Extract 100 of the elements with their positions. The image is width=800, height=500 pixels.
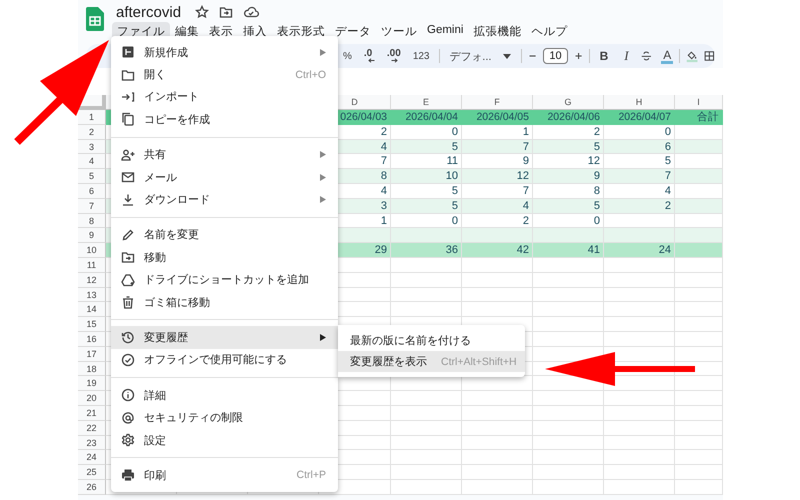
table-cell: 8: [533, 184, 604, 199]
row-number[interactable]: 1: [78, 110, 106, 125]
text-color-button[interactable]: A: [661, 48, 674, 64]
menu-item[interactable]: 変更履歴を表示 Ctrl+Alt+Shift+H: [338, 351, 525, 372]
menu-item[interactable]: 新規作成: [111, 41, 338, 64]
cloud-icon[interactable]: [243, 5, 260, 19]
row-number[interactable]: 2: [78, 124, 106, 140]
row-number[interactable]: 6: [78, 184, 106, 199]
menu-item[interactable]: データ: [330, 22, 376, 41]
table-cell: [391, 406, 462, 421]
row-number[interactable]: 18: [78, 362, 106, 376]
table-cell: [604, 376, 675, 392]
table-cell: [533, 436, 604, 450]
table-cell: [533, 450, 604, 466]
table-cell: 2026/04/07: [604, 110, 675, 125]
row-number[interactable]: 10: [78, 243, 106, 258]
table-cell: [391, 288, 462, 302]
row-number[interactable]: 25: [78, 465, 106, 480]
menu-item[interactable]: 設定: [111, 428, 338, 452]
row-number[interactable]: 4: [78, 154, 106, 170]
table-cell: [604, 302, 675, 318]
menu-item[interactable]: 拡張機能: [468, 22, 526, 41]
table-cell: [675, 169, 723, 184]
row-number[interactable]: 7: [78, 198, 106, 214]
table-cell: [604, 317, 675, 332]
table-cell: 41: [533, 243, 604, 258]
spreadsheet-logo-icon[interactable]: [86, 7, 104, 31]
menu-item[interactable]: 変更履歴: [111, 326, 338, 349]
row-number[interactable]: 23: [78, 436, 106, 450]
italic-button[interactable]: I: [618, 48, 635, 64]
table-cell: [604, 272, 675, 288]
column-header[interactable]: G: [533, 95, 604, 110]
table-cell: [391, 436, 462, 450]
table-cell: 2026/04/04: [391, 110, 462, 125]
font-size-field[interactable]: 10: [543, 48, 568, 64]
column-header[interactable]: F: [462, 95, 533, 110]
table-cell: [675, 184, 723, 199]
menu-item[interactable]: ドライブにショートカットを追加: [111, 268, 338, 291]
document-title[interactable]: aftercovid: [116, 4, 182, 20]
table-cell: [462, 288, 533, 302]
table-cell: [391, 420, 462, 436]
at-sign-icon: [121, 410, 135, 425]
row-number[interactable]: 16: [78, 332, 106, 347]
menu-item[interactable]: 印刷 Ctrl+P: [111, 464, 338, 487]
folder-icon[interactable]: [219, 5, 234, 19]
column-header[interactable]: I: [675, 95, 723, 110]
row-number[interactable]: 26: [78, 480, 106, 495]
table-cell: [391, 391, 462, 406]
row-number[interactable]: 5: [78, 169, 106, 184]
folder-icon: [121, 68, 135, 82]
row-number[interactable]: 8: [78, 214, 106, 228]
column-header[interactable]: E: [391, 95, 462, 110]
row-number[interactable]: 19: [78, 376, 106, 392]
star-icon[interactable]: [195, 5, 210, 19]
table-cell: [533, 391, 604, 406]
row-number[interactable]: 11: [78, 258, 106, 273]
submenu-arrow-icon: [320, 174, 326, 181]
row-number[interactable]: 3: [78, 140, 106, 154]
table-cell: 5: [533, 198, 604, 214]
table-cell: [675, 317, 723, 332]
menu-item[interactable]: 最新の版に名前を付ける: [338, 330, 525, 351]
strikethrough-icon[interactable]: [640, 49, 652, 63]
table-icon: [121, 45, 135, 60]
row-number[interactable]: 14: [78, 302, 106, 318]
table-cell: 9: [533, 169, 604, 184]
row-number[interactable]: 15: [78, 317, 106, 332]
row-number[interactable]: 9: [78, 228, 106, 244]
decimal-button[interactable]: .0: [360, 49, 378, 63]
row-number[interactable]: 21: [78, 406, 106, 421]
settings-icon: [121, 433, 135, 448]
format-button[interactable]: %: [340, 50, 355, 62]
row-number[interactable]: 22: [78, 420, 106, 436]
menu-item[interactable]: ゴミ箱に移動: [111, 290, 338, 314]
table-cell: [675, 228, 723, 244]
table-cell: 0: [533, 214, 604, 228]
menu-item[interactable]: Gemini: [422, 22, 468, 41]
table-cell: [604, 214, 675, 228]
column-header[interactable]: H: [604, 95, 675, 110]
menu-item[interactable]: オフラインで使用可能にする: [111, 348, 338, 372]
plus-icon[interactable]: [574, 50, 583, 62]
copy-icon: [121, 112, 135, 126]
table-cell: [675, 436, 723, 450]
row-number[interactable]: 12: [78, 272, 106, 288]
font-dropdown[interactable]: デフォ...: [445, 48, 516, 64]
bold-button[interactable]: B: [596, 49, 612, 63]
menu-item[interactable]: ヘルプ: [526, 22, 572, 41]
row-number[interactable]: 24: [78, 450, 106, 466]
table-cell: [675, 154, 723, 170]
row-number[interactable]: 13: [78, 288, 106, 302]
borders-icon[interactable]: [704, 49, 715, 63]
caret-icon: [503, 54, 512, 58]
table-cell: 5: [391, 140, 462, 154]
menu-item[interactable]: ツール: [376, 22, 422, 41]
decimal-button[interactable]: .00: [384, 49, 404, 63]
format-button[interactable]: 123: [410, 50, 432, 62]
row-number[interactable]: 20: [78, 391, 106, 406]
row-number[interactable]: 17: [78, 346, 106, 362]
menu-item[interactable]: 詳細: [111, 384, 338, 406]
menu-item[interactable]: 開く Ctrl+O: [111, 63, 338, 86]
menu-item[interactable]: セキュリティの制限: [111, 406, 338, 429]
